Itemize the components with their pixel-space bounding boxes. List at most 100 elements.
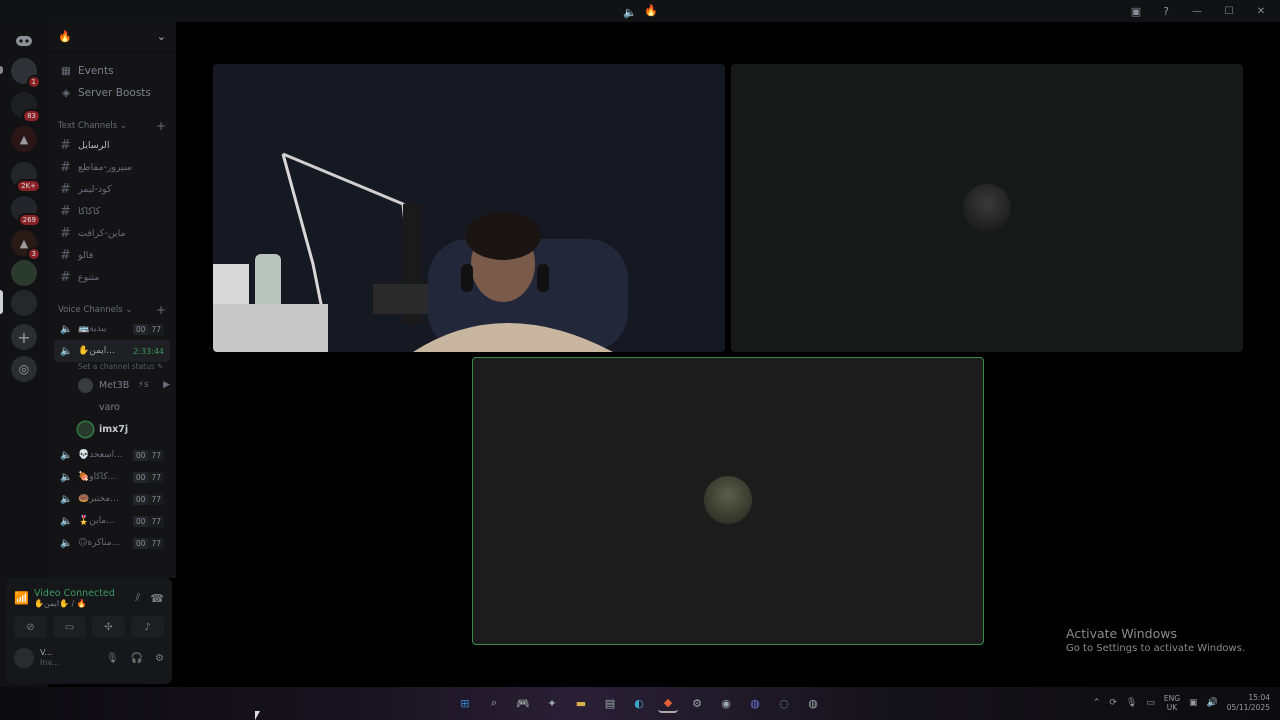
soundboard-button[interactable]: ♪: [131, 616, 164, 638]
channel-name: 🍖كاكاو...: [78, 472, 117, 482]
file-explorer-icon[interactable]: ▬: [571, 693, 591, 713]
microphone-icon[interactable]: 🎙: [1126, 698, 1137, 708]
voice-channel[interactable]: 🔈 🚌يبدية 00 77: [54, 318, 170, 340]
copilot-icon[interactable]: ✦: [542, 693, 562, 713]
server-icon-3[interactable]: ▲: [11, 126, 37, 152]
noise-suppression-icon[interactable]: ⫽: [135, 591, 140, 605]
voice-member[interactable]: Met3B ⚡s ▶: [78, 374, 176, 396]
channel-name: كود-ليمر: [78, 183, 112, 195]
windows-start-icon[interactable]: ⊞: [455, 693, 475, 713]
server-header[interactable]: 🔥 ⌄: [48, 22, 176, 52]
channel-name: كاكاكا: [78, 205, 101, 217]
lang-region: UK: [1166, 703, 1178, 712]
video-tile-speaking[interactable]: [472, 357, 984, 645]
discord-home-icon[interactable]: [11, 28, 37, 54]
user-count: 00 77: [132, 493, 164, 505]
video-tile-participant[interactable]: [731, 64, 1243, 352]
maximize-button[interactable]: ☐: [1220, 3, 1238, 19]
user-info[interactable]: V... Inv...: [40, 648, 94, 668]
channel-name: ✋ايمن...: [78, 346, 115, 356]
disconnect-icon[interactable]: ☎: [150, 592, 164, 605]
gear-icon[interactable]: ⚙: [155, 653, 164, 664]
activities-button[interactable]: ✣: [92, 616, 125, 638]
count-limit: 77: [148, 493, 164, 505]
gaming-icon[interactable]: 🎮: [513, 693, 533, 713]
voice-member[interactable]: imx7j: [78, 418, 176, 440]
clock-date: 05/11/2025: [1226, 703, 1270, 712]
steam-vr-icon[interactable]: ⚙: [687, 693, 707, 713]
speaker-icon: 🔈: [623, 5, 637, 19]
text-channel[interactable]: # كاكاكا: [54, 200, 170, 222]
clock[interactable]: 15:04 05/11/2025: [1227, 693, 1270, 713]
chevron-up-icon[interactable]: ⌃: [1093, 698, 1101, 708]
server-icon-5[interactable]: 269: [11, 196, 41, 227]
camera-icon: ▶: [163, 380, 170, 390]
server-icon-active[interactable]: [11, 290, 37, 316]
add-channel-icon[interactable]: +: [156, 303, 166, 317]
avatar[interactable]: [14, 648, 34, 668]
edge-icon[interactable]: ◐: [629, 693, 649, 713]
server-icon-4[interactable]: 2K+: [11, 162, 41, 193]
sync-icon[interactable]: ⟳: [1109, 698, 1117, 708]
search-icon[interactable]: ⌕: [484, 693, 504, 713]
channel-status[interactable]: Set a channel status ✎: [54, 362, 170, 374]
connected-channel[interactable]: ✋ايمن✋ / 🔥: [34, 599, 125, 608]
text-channel[interactable]: # الرسايل: [54, 134, 170, 156]
voice-channel-active[interactable]: 🔈 ✋ايمن... 2:33:44: [54, 340, 170, 362]
display-icon[interactable]: ▭: [1146, 698, 1155, 708]
video-tile-camera[interactable]: [213, 64, 725, 352]
text-channel[interactable]: # متنوع: [54, 266, 170, 288]
call-timer: 2:33:44: [133, 346, 164, 356]
watermark-title: Activate Windows: [1066, 626, 1177, 641]
add-server-icon[interactable]: +: [11, 324, 37, 350]
discover-icon[interactable]: ◎: [11, 356, 37, 382]
voice-channel[interactable]: 🔈 💀اسعحد... 00 77: [54, 444, 170, 466]
app-icon[interactable]: ◌: [774, 693, 794, 713]
screen-share-button[interactable]: ▭: [53, 616, 86, 638]
text-channel[interactable]: # كود-ليمر: [54, 178, 170, 200]
add-channel-icon[interactable]: +: [156, 119, 166, 133]
server-boosts-item[interactable]: ◈ Server Boosts: [48, 82, 176, 104]
server-icon-7[interactable]: [11, 260, 37, 286]
voice-channel[interactable]: 🔈 🙃مناكرة... 00 77: [54, 532, 170, 554]
mouse-cursor: [255, 711, 260, 720]
server-icon-6[interactable]: ▲ 3: [11, 230, 41, 261]
hash-icon: #: [60, 159, 71, 175]
voice-member[interactable]: varo: [78, 396, 176, 418]
lang-code: ENG: [1163, 694, 1181, 703]
text-channel[interactable]: # ماين-كرافت: [54, 222, 170, 244]
server-icon-2[interactable]: 83: [11, 92, 41, 123]
minimize-button[interactable]: —: [1188, 3, 1206, 19]
steam-icon[interactable]: ◉: [716, 693, 736, 713]
voice-channel[interactable]: 🔈 🍖كاكاو... 00 77: [54, 466, 170, 488]
connection-status[interactable]: Video Connected: [34, 588, 125, 599]
voice-channels-category[interactable]: Voice Channels ⌄ +: [48, 302, 176, 318]
close-button[interactable]: ✕: [1252, 3, 1270, 19]
help-icon[interactable]: ?: [1158, 3, 1174, 19]
camera-off-button[interactable]: ⊘: [14, 616, 47, 638]
watermark-subtitle: Go to Settings to activate Windows.: [1066, 643, 1246, 654]
signal-icon[interactable]: 📶: [14, 591, 34, 605]
text-channel[interactable]: # سيرور-مقاطع: [54, 156, 170, 178]
server-icon-1[interactable]: 1: [11, 58, 41, 89]
voice-connection-row: 📶 Video Connected ✋ايمن✋ / 🔥 ⫽ ☎: [6, 578, 172, 612]
discord-icon[interactable]: ◍: [745, 693, 765, 713]
language-indicator[interactable]: ENG UK: [1164, 694, 1180, 712]
microphone-icon[interactable]: 🎙: [106, 653, 119, 664]
hash-icon: #: [60, 247, 71, 263]
mention-badge: 83: [22, 109, 41, 123]
text-channels-category[interactable]: Text Channels ⌄ +: [48, 118, 176, 134]
brave-icon[interactable]: ◆: [658, 693, 678, 713]
voice-channel[interactable]: 🔈 🎖️ماين... 00 77: [54, 510, 170, 532]
store-icon[interactable]: ▤: [600, 693, 620, 713]
inbox-icon[interactable]: ▣: [1128, 3, 1144, 19]
channel-status-text: Set a channel status: [78, 362, 155, 371]
speaker-icon: 🔈: [60, 345, 73, 357]
text-channel[interactable]: # فالو: [54, 244, 170, 266]
headphones-icon[interactable]: 🎧: [131, 653, 143, 664]
volume-icon[interactable]: 🔊: [1207, 698, 1218, 708]
network-icon[interactable]: ▣: [1189, 698, 1198, 708]
events-item[interactable]: ▦ Events: [48, 60, 176, 82]
globe-icon[interactable]: ◍: [803, 693, 823, 713]
voice-channel[interactable]: 🔈 🍩مختبر... 00 77: [54, 488, 170, 510]
